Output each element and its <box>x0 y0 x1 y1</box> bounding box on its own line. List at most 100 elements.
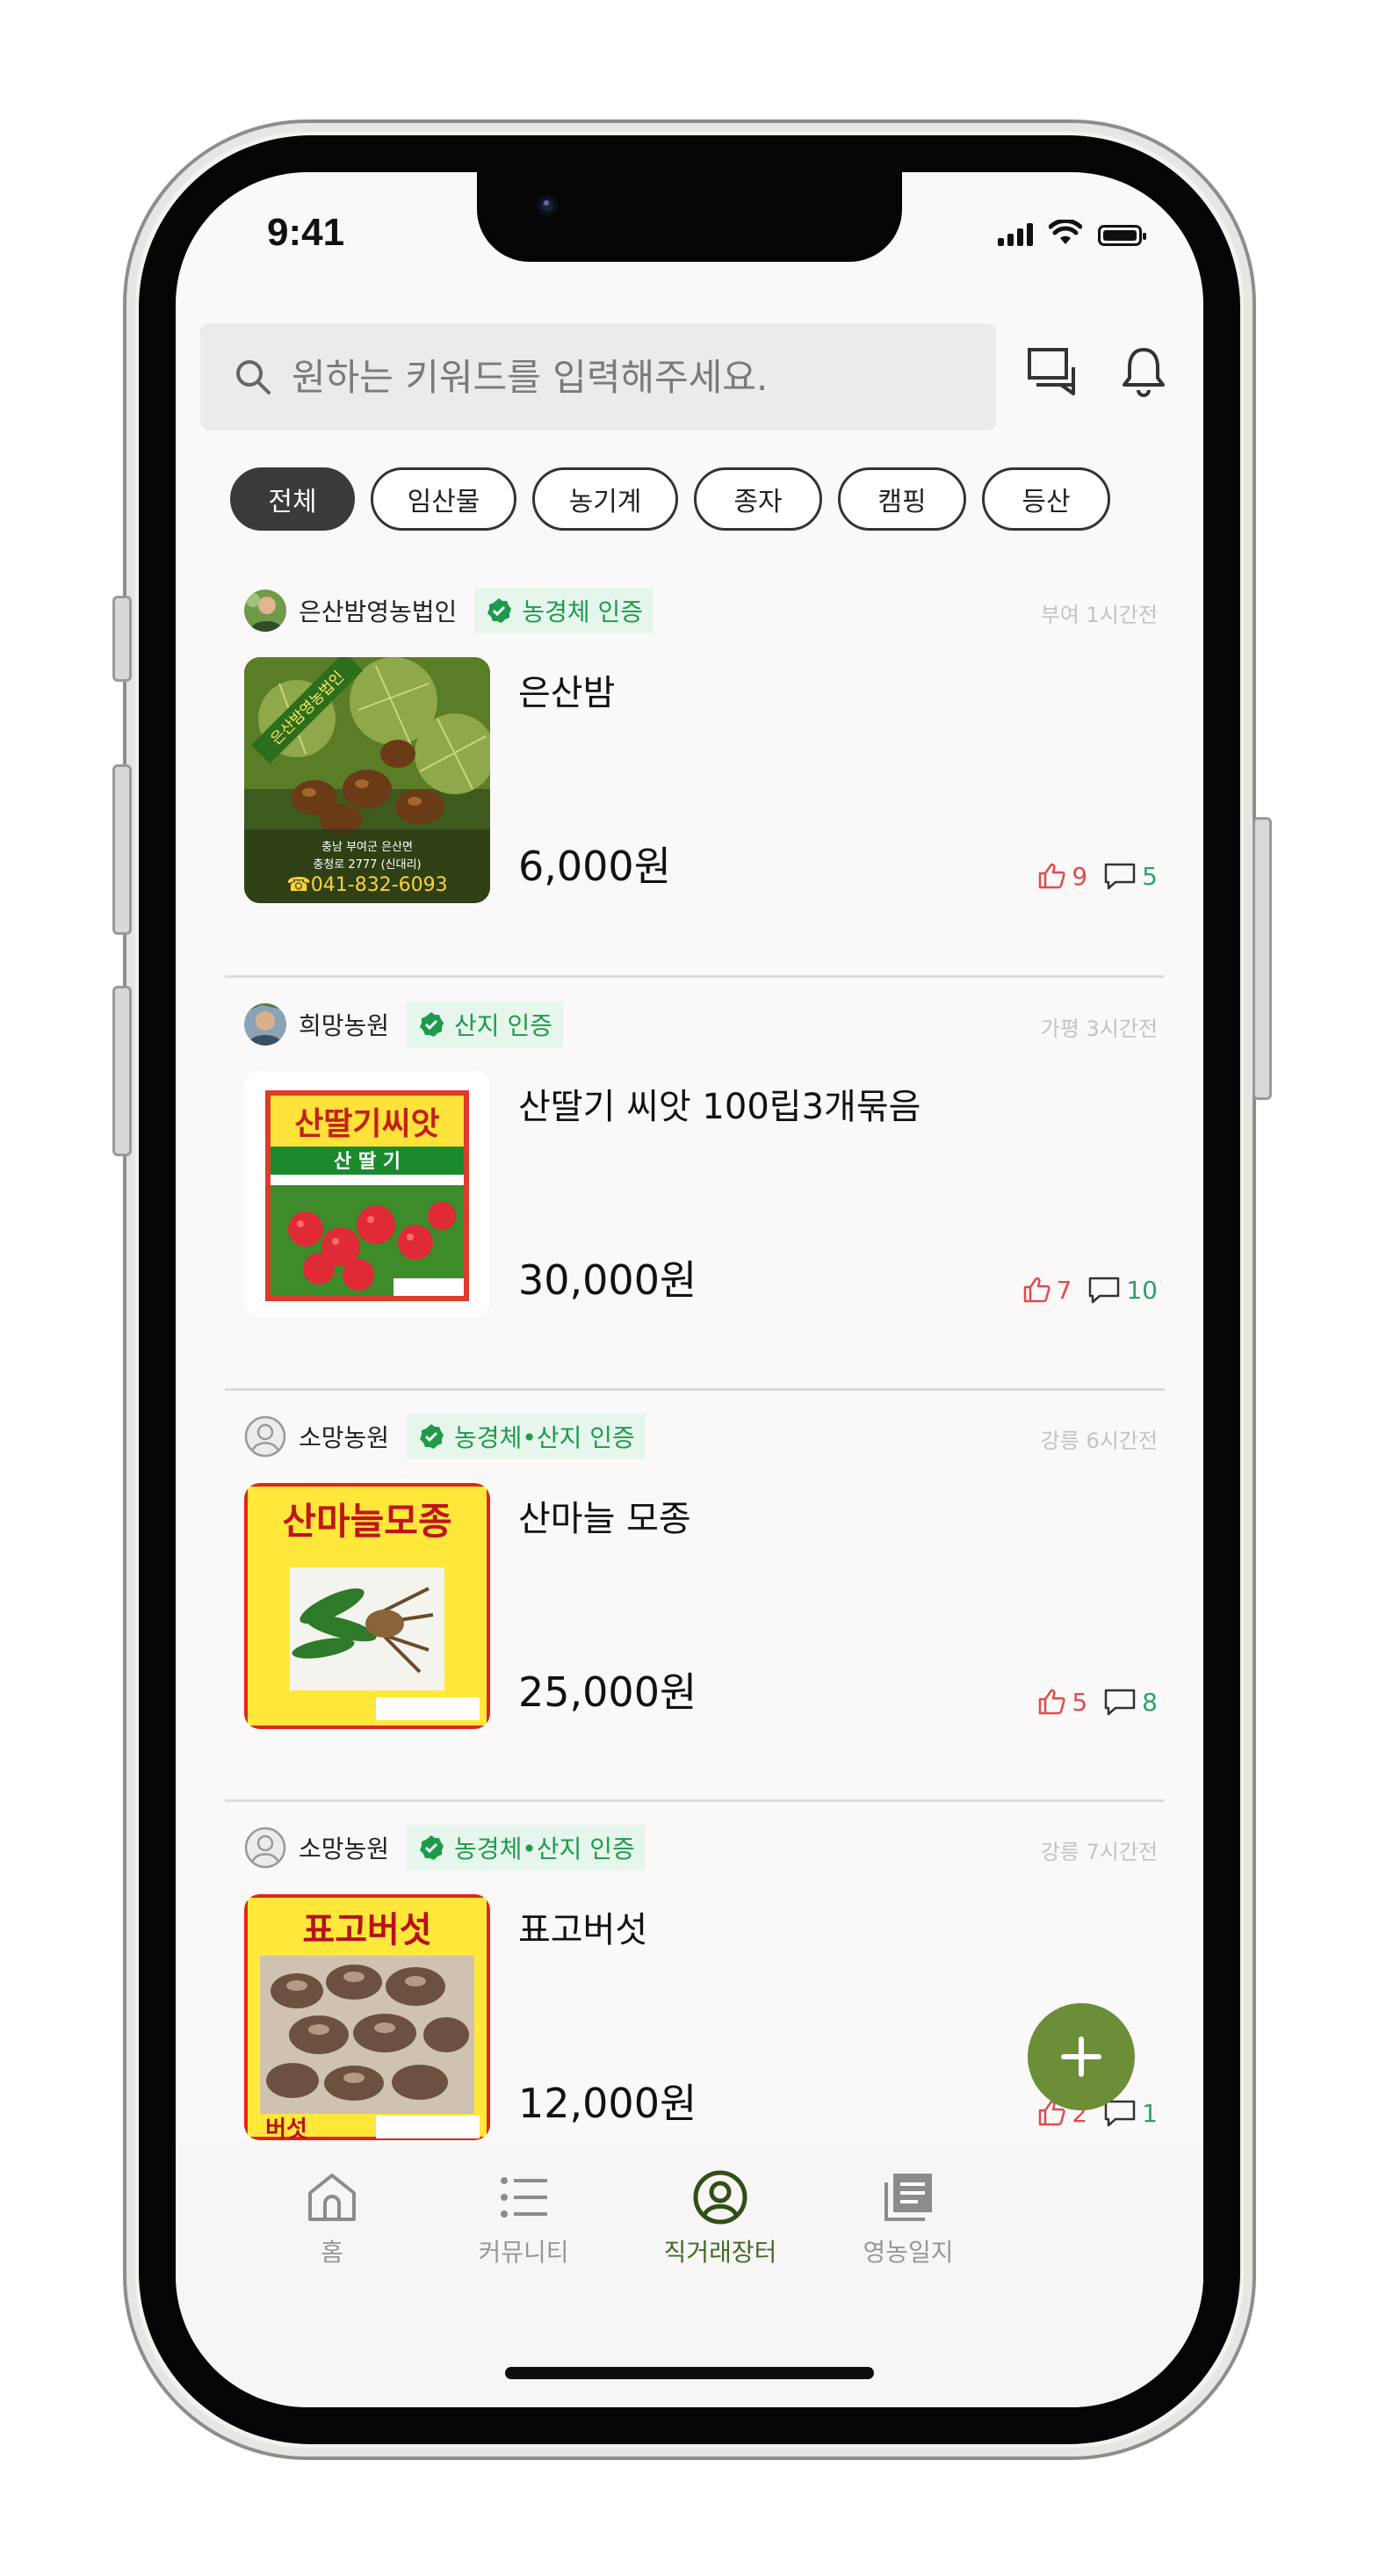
filter-chip-camping[interactable]: 캠핑 <box>838 467 966 531</box>
location-time: 부여 1시간전 <box>1040 603 1158 627</box>
divider <box>225 1799 1165 1802</box>
user-circle-icon <box>693 2170 747 2225</box>
filter-chip-all[interactable]: 전체 <box>230 467 355 531</box>
tab-label: 영농일지 <box>863 2238 954 2267</box>
verified-icon <box>420 1424 444 1449</box>
filter-chip-seeds[interactable]: 종자 <box>694 467 822 531</box>
tab-label: 직거래장터 <box>663 2238 777 2267</box>
product-title[interactable]: 산딸기 씨앗 100립3개묶음 <box>518 1078 921 1129</box>
product-title[interactable]: 표고버섯 <box>518 1901 647 1952</box>
comment-count: 1 <box>1142 2098 1158 2128</box>
filter-chip-farm-machinery[interactable]: 농기계 <box>532 467 678 531</box>
signal-icon <box>998 221 1033 246</box>
seller-avatar <box>244 1003 286 1046</box>
comment-count: 10 <box>1126 1275 1158 1305</box>
comment-icon <box>1089 1277 1120 1304</box>
thumbs-up-icon <box>1039 1689 1065 1715</box>
location-time: 강릉 7시간전 <box>1040 1840 1158 1864</box>
tab-home[interactable]: 홈 <box>244 2168 420 2268</box>
like-count: 7 <box>1056 1275 1072 1305</box>
product-item[interactable]: 은산밤영농법인 농경체 인증 부여 1시간전 은산밤영농법인 충남 부여군 은산… <box>176 588 1203 1002</box>
product-item[interactable]: 희망농원 산지 인증 가평 3시간전 산딸기씨앗 산 딸 기 산딸기 씨앗 10… <box>176 1002 1203 1415</box>
search-bar[interactable] <box>200 323 996 431</box>
product-item[interactable]: 소망농원 농경체•산지 인증 강릉 6시간전 산마늘모종 산마늘 모종 25,0… <box>176 1414 1203 1827</box>
badge-label: 농경체•산지 인증 <box>454 1834 635 1863</box>
seller-row: 소망농원 농경체•산지 인증 <box>244 1414 646 1459</box>
seller-row: 희망농원 산지 인증 <box>244 1002 563 1047</box>
seller-name[interactable]: 소망농원 <box>299 1419 389 1454</box>
badge-label: 산지 인증 <box>454 1011 552 1040</box>
thumb-address-1: 충남 부여군 은산면 <box>321 841 413 854</box>
tab-label: 커뮤니티 <box>478 2238 569 2267</box>
thumb-phone: ☎041-832-6093 <box>286 874 447 896</box>
badge-label: 농경체 인증 <box>522 597 644 626</box>
front-camera <box>537 195 558 216</box>
like-count: 5 <box>1072 1687 1088 1717</box>
comment-count: 5 <box>1142 861 1158 891</box>
seller-avatar <box>244 590 286 632</box>
list-icon <box>501 2177 547 2218</box>
power-button <box>1253 817 1272 1100</box>
product-thumbnail[interactable]: 산딸기씨앗 산 딸 기 <box>244 1071 490 1317</box>
seller-avatar <box>244 1827 286 1869</box>
thumbs-up-icon <box>1023 1277 1050 1303</box>
thumb-subtitle: 산 딸 기 <box>334 1151 401 1173</box>
default-avatar-icon <box>244 1827 286 1869</box>
location-time: 가평 3시간전 <box>1040 1017 1158 1041</box>
divider <box>225 975 1165 978</box>
seller-name[interactable]: 희망농원 <box>299 1007 389 1042</box>
tab-label: 홈 <box>321 2238 343 2267</box>
seller-row: 은산밤영농법인 농경체 인증 <box>244 588 654 633</box>
comment-icon <box>1104 1689 1136 1716</box>
thumb-title: 표고버섯 <box>302 1910 431 1950</box>
product-stats: 5 8 <box>1036 1687 1158 1717</box>
tab-farming-journal[interactable]: 영농일지 <box>820 2168 996 2268</box>
seller-name[interactable]: 은산밤영농법인 <box>299 593 457 628</box>
plus-icon <box>1061 2037 1101 2077</box>
product-stats: 9 5 <box>1036 861 1158 891</box>
bell-icon[interactable] <box>1119 344 1168 399</box>
volume-down-button <box>112 986 132 1156</box>
filter-chip-hiking[interactable]: 등산 <box>982 467 1110 531</box>
home-indicator[interactable] <box>505 2367 874 2379</box>
product-title[interactable]: 은산밤 <box>518 664 615 715</box>
product-price: 25,000원 <box>518 1668 697 1716</box>
certification-badge: 농경체 인증 <box>474 588 654 633</box>
filter-chip-forest-products[interactable]: 임산물 <box>371 467 516 531</box>
seller-name[interactable]: 소망농원 <box>299 1830 389 1865</box>
thumb-title: 산마늘모종 <box>282 1500 451 1543</box>
verified-icon <box>420 1012 444 1037</box>
certification-badge: 농경체•산지 인증 <box>407 1825 646 1870</box>
comment-count: 8 <box>1142 1687 1158 1717</box>
thumb-bottom-label: 버섯 <box>265 2117 307 2140</box>
location-time: 강릉 6시간전 <box>1040 1429 1158 1453</box>
product-stats: 7 10 <box>1022 1275 1158 1305</box>
product-price: 6,000원 <box>518 843 672 890</box>
product-thumbnail[interactable]: 표고버섯 버섯 <box>244 1894 490 2140</box>
search-input[interactable] <box>290 354 961 400</box>
product-price: 12,000원 <box>518 2080 697 2127</box>
tab-direct-market[interactable]: 직거래장터 <box>632 2168 808 2268</box>
like-count: 9 <box>1072 861 1088 891</box>
chat-icon[interactable] <box>1024 344 1080 397</box>
certification-badge: 농경체•산지 인증 <box>407 1414 646 1459</box>
home-icon <box>308 2174 356 2221</box>
comment-icon <box>1104 863 1136 890</box>
product-thumbnail[interactable]: 산마늘모종 <box>244 1483 490 1729</box>
product-title[interactable]: 산마늘 모종 <box>518 1490 691 1541</box>
status-time: 9:41 <box>267 211 345 254</box>
default-avatar-icon <box>244 1415 286 1458</box>
wifi-icon <box>1049 220 1082 244</box>
notch <box>477 172 902 262</box>
verified-icon <box>487 598 512 623</box>
volume-up-button <box>112 764 132 935</box>
tab-community[interactable]: 커뮤니티 <box>436 2168 611 2268</box>
product-thumbnail[interactable]: 은산밤영농법인 충남 부여군 은산면 충청로 2777 (신대리) ☎041-8… <box>244 657 490 903</box>
journal-icon <box>884 2174 932 2221</box>
battery-icon <box>1098 225 1146 246</box>
certification-badge: 산지 인증 <box>407 1002 563 1047</box>
add-product-button[interactable] <box>1028 2003 1135 2110</box>
mute-switch <box>112 596 132 682</box>
badge-label: 농경체•산지 인증 <box>454 1423 635 1452</box>
verified-icon <box>420 1835 444 1860</box>
